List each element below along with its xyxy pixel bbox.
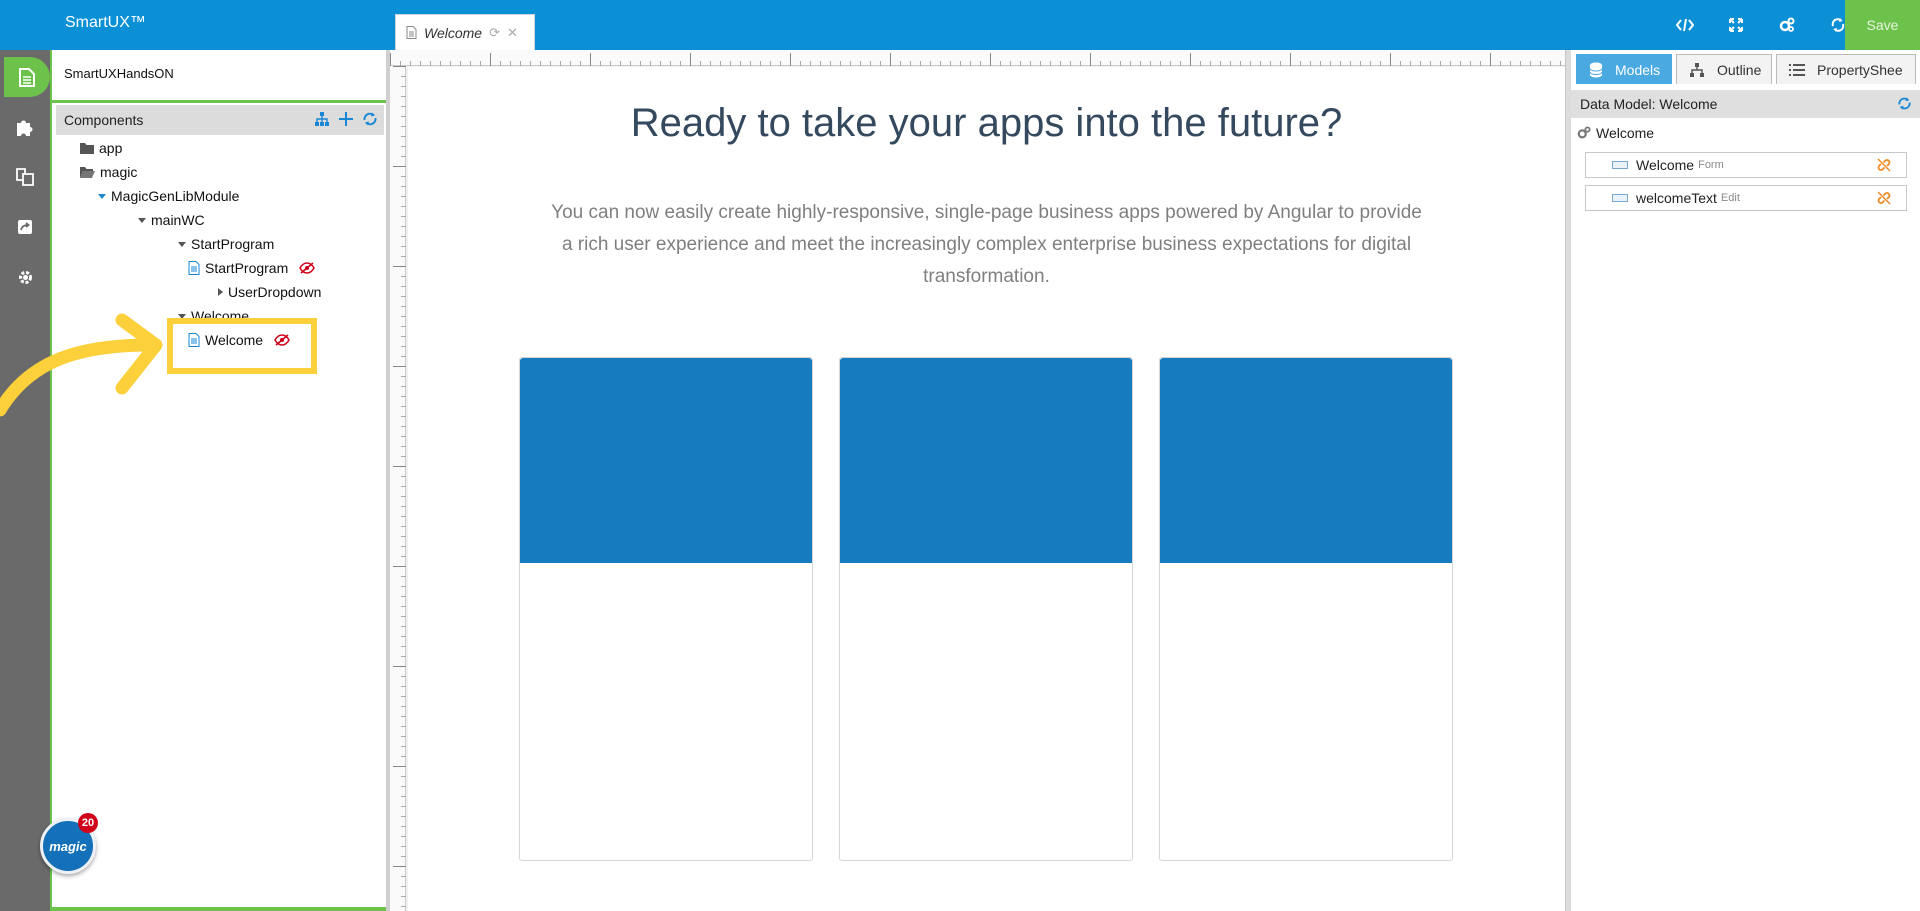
model-item-welcome[interactable]: Welcome Form (1585, 152, 1907, 178)
refresh-icon[interactable] (1897, 96, 1912, 111)
ruler-horizontal (390, 50, 1567, 66)
left-rail (0, 50, 50, 911)
hierarchy-icon (1690, 62, 1704, 77)
rail-item-pages[interactable] (4, 57, 50, 97)
ruler-vertical (390, 66, 406, 911)
rail-item-copy[interactable] (0, 157, 50, 197)
add-icon[interactable] (338, 111, 354, 127)
tab-welcome[interactable]: Welcome ⟳ ✕ (395, 14, 535, 50)
tree-node-userdropdown[interactable]: UserDropdown (218, 281, 321, 303)
tab-models[interactable]: Models (1576, 54, 1672, 84)
chevron-down-icon[interactable] (98, 193, 106, 199)
tab-close-icon[interactable]: ✕ (507, 25, 518, 41)
list-icon (1789, 63, 1805, 76)
rail-item-share[interactable] (0, 207, 50, 247)
divider (52, 100, 386, 103)
right-panel: Models Outline PropertyShee Data Model: … (1571, 50, 1920, 911)
app-title: SmartUX™ (65, 14, 146, 31)
eye-hidden-icon[interactable] (299, 262, 316, 274)
fullscreen-button[interactable] (1710, 0, 1761, 50)
document-icon (406, 26, 417, 39)
document-icon (188, 261, 200, 275)
unlink-icon[interactable] (1876, 190, 1892, 206)
hero-title: Ready to take your apps into the future? (630, 101, 1343, 145)
notification-count: 20 (78, 813, 98, 833)
tab-outline[interactable]: Outline (1676, 54, 1772, 84)
hero-text: You can now easily create highly-respons… (551, 202, 1422, 287)
tree-node-startprogram-form[interactable]: StartProgram (188, 257, 316, 279)
card-image (520, 358, 812, 563)
chevron-down-icon[interactable] (178, 241, 186, 247)
sync-icon (1831, 18, 1844, 32)
code-view-button[interactable] (1659, 0, 1710, 50)
model-header: Data Model: Welcome (1571, 90, 1920, 118)
arrow-annotation (0, 313, 163, 417)
hierarchy-icon[interactable] (314, 111, 330, 127)
card-image (1160, 358, 1452, 563)
tab-propertysheet[interactable]: PropertyShee (1776, 54, 1916, 84)
copy-icon (16, 168, 34, 186)
project-panel: SmartUXHandsON Components app magic Magi… (50, 50, 386, 911)
gears-icon (1779, 17, 1794, 32)
project-name: SmartUXHandsON (64, 66, 174, 81)
tab-label: Welcome (424, 24, 483, 41)
tree-node-startprogram-group[interactable]: StartProgram (178, 233, 274, 255)
card[interactable] (519, 357, 813, 861)
expand-icon (1728, 18, 1743, 32)
form-icon (1612, 161, 1628, 169)
tree-node-app[interactable]: app (80, 137, 122, 159)
tree-node-mainwc[interactable]: mainWC (138, 209, 205, 231)
code-icon (1675, 18, 1694, 32)
refresh-icon[interactable] (362, 111, 378, 127)
model-title: Data Model: Welcome (1580, 96, 1718, 112)
gear-icon (18, 270, 32, 284)
save-button[interactable]: Save (1845, 0, 1920, 50)
rail-item-settings[interactable] (0, 257, 50, 297)
folder-icon (80, 143, 94, 154)
components-title: Components (64, 112, 144, 128)
model-item-welcometext[interactable]: welcomeText Edit (1585, 185, 1907, 211)
tree-node-magicgenlibmodule[interactable]: MagicGenLibModule (98, 185, 239, 207)
page-icon (19, 67, 35, 87)
puzzle-icon (17, 120, 33, 136)
folder-open-icon (80, 167, 95, 178)
highlight-box (167, 318, 317, 374)
edit-field-icon (1612, 194, 1628, 202)
rail-item-components[interactable] (0, 107, 50, 147)
database-icon (1589, 62, 1603, 77)
page-preview[interactable]: Ready to take your apps into the future?… (408, 67, 1565, 911)
gears-icon (1577, 126, 1591, 139)
chevron-right-icon[interactable] (218, 288, 223, 296)
components-header: Components (56, 105, 384, 135)
card-image (840, 358, 1132, 563)
unlink-icon[interactable] (1876, 157, 1892, 173)
tab-refresh-icon[interactable]: ⟳ (489, 25, 500, 41)
settings-button[interactable] (1761, 0, 1812, 50)
tree-node-magic[interactable]: magic (80, 161, 137, 183)
card[interactable] (839, 357, 1133, 861)
model-root[interactable]: Welcome (1577, 122, 1654, 144)
share-icon (18, 220, 32, 234)
top-bar: SmartUX™ Welcome ⟳ ✕ Save (0, 0, 1920, 50)
card[interactable] (1159, 357, 1453, 861)
chevron-down-icon[interactable] (138, 217, 146, 223)
